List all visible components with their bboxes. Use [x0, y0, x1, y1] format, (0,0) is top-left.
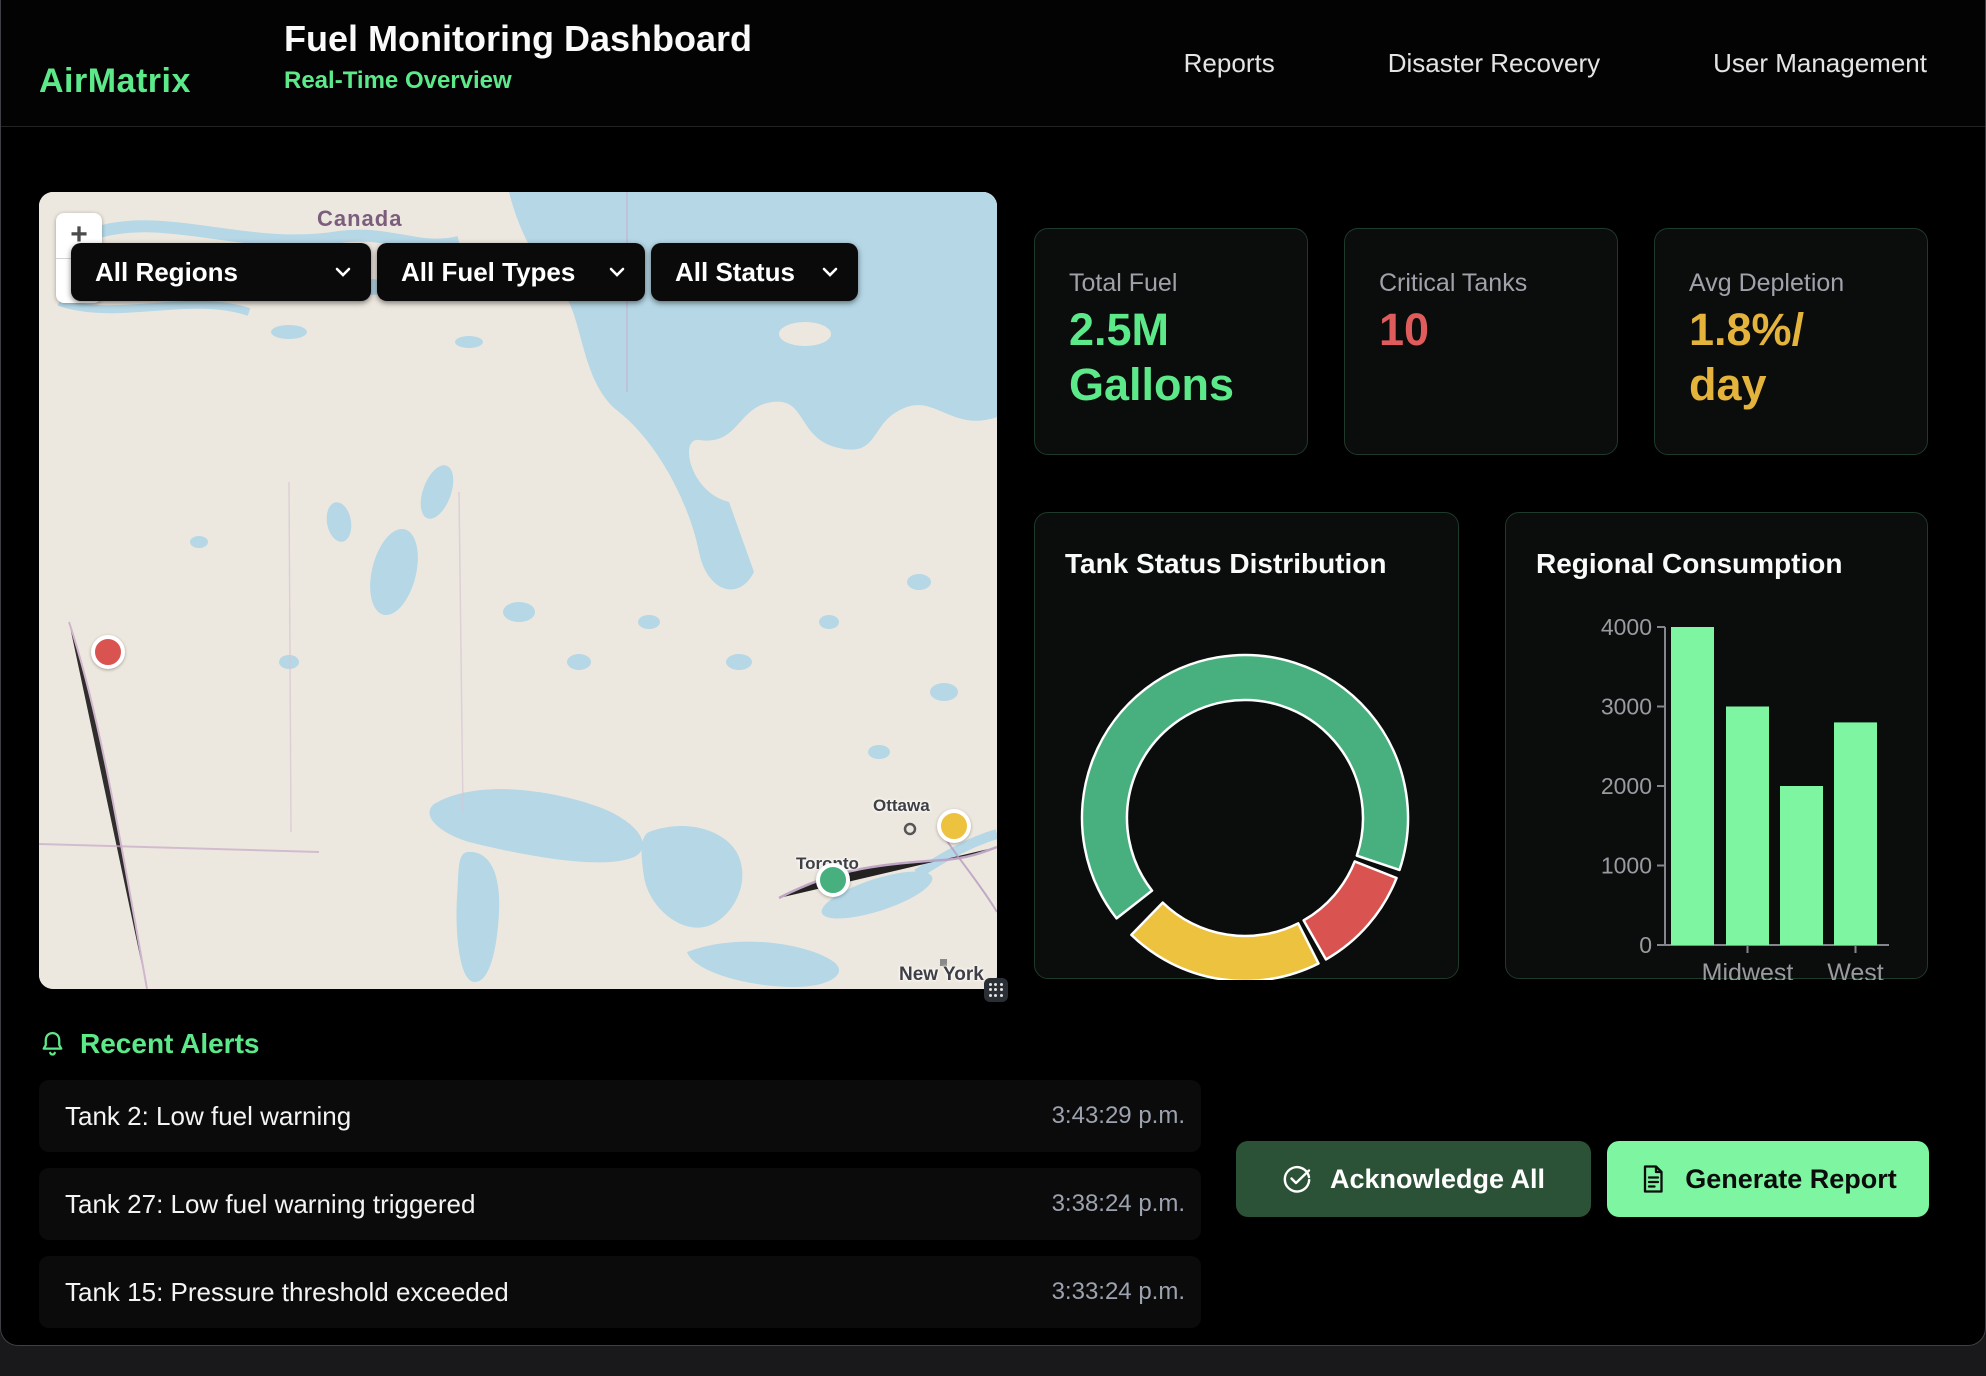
donut-segment [1131, 903, 1318, 980]
tank-status-distribution-card: Tank Status Distribution [1034, 512, 1459, 979]
brand-logo: AirMatrix [39, 62, 191, 101]
region-filter-dropdown[interactable]: All Regions [71, 243, 371, 301]
title-block: Fuel Monitoring Dashboard Real-Time Over… [284, 16, 752, 95]
regional-consumption-card: Regional Consumption 0 1000 2000 3000 4000 Mi… [1505, 512, 1928, 979]
dashboard-app: AirMatrix Fuel Monitoring Dashboard Real… [0, 0, 1986, 1346]
x-tick-label: Midwest [1702, 959, 1794, 980]
regional-consumption-bar-chart: 0 1000 2000 3000 4000 Midwest West [1506, 513, 1929, 980]
bar [1834, 722, 1877, 945]
alert-text: Tank 27: Low fuel warning triggered [65, 1189, 475, 1220]
generate-report-button[interactable]: Generate Report [1607, 1141, 1929, 1217]
nav-item-disaster-recovery[interactable]: Disaster Recovery [1388, 48, 1600, 79]
fuel-type-filter-dropdown[interactable]: All Fuel Types [377, 243, 645, 301]
stat-label: Total Fuel [1069, 269, 1177, 298]
nav-item-reports[interactable]: Reports [1184, 48, 1275, 79]
chevron-down-icon [609, 267, 625, 277]
page-title: Fuel Monitoring Dashboard [284, 16, 752, 61]
map-label-ottawa: Ottawa [873, 796, 930, 816]
stat-value-avg-depletion: 1.8%/ day [1689, 303, 1804, 413]
bell-icon [39, 1030, 66, 1059]
stat-label: Avg Depletion [1689, 269, 1844, 298]
map-filters: All Regions All Fuel Types All Status [71, 243, 858, 301]
map-label-new-york: New York [899, 964, 984, 986]
y-tick-label: 2000 [1601, 773, 1652, 799]
region-filter-value: All Regions [95, 257, 238, 288]
alert-timestamp: 3:38:24 p.m. [1052, 1190, 1185, 1218]
donut-chart-title: Tank Status Distribution [1065, 548, 1387, 580]
acknowledge-all-button[interactable]: Acknowledge All [1236, 1141, 1591, 1217]
alert-row[interactable]: Tank 27: Low fuel warning triggered 3:38… [39, 1168, 1201, 1240]
status-filter-dropdown[interactable]: All Status [651, 243, 858, 301]
document-icon [1639, 1164, 1667, 1194]
y-tick-label: 1000 [1601, 853, 1652, 879]
chevron-down-icon [822, 267, 838, 277]
alert-row[interactable]: Tank 15: Pressure threshold exceeded 3:3… [39, 1256, 1201, 1328]
status-filter-value: All Status [675, 257, 795, 288]
page: AirMatrix Fuel Monitoring Dashboard Real… [0, 0, 1986, 1376]
map-marker-critical[interactable] [91, 635, 125, 669]
chevron-down-icon [335, 267, 351, 277]
check-circle-icon [1282, 1164, 1312, 1194]
fuel-type-filter-value: All Fuel Types [401, 257, 575, 288]
drag-handle-icon[interactable] [984, 978, 1008, 1002]
alert-text: Tank 15: Pressure threshold exceeded [65, 1277, 509, 1308]
y-tick-label: 4000 [1601, 614, 1652, 640]
nav-item-user-management[interactable]: User Management [1713, 48, 1927, 79]
map-label-canada: Canada [317, 206, 402, 232]
stat-card-avg-depletion: Avg Depletion 1.8%/ day [1654, 228, 1928, 455]
tank-status-donut-chart [1035, 513, 1460, 980]
y-tick-label: 3000 [1601, 694, 1652, 720]
generate-report-label: Generate Report [1685, 1164, 1897, 1195]
bar [1671, 627, 1714, 945]
bar [1726, 707, 1769, 946]
bar-chart-title: Regional Consumption [1536, 548, 1842, 580]
stat-value-critical-tanks: 10 [1379, 303, 1429, 358]
header: AirMatrix Fuel Monitoring Dashboard Real… [1, 0, 1985, 127]
x-tick-label: West [1827, 959, 1884, 980]
acknowledge-all-label: Acknowledge All [1330, 1164, 1545, 1195]
stat-value-total-fuel: 2.5M Gallons [1069, 303, 1234, 413]
stat-label: Critical Tanks [1379, 269, 1527, 298]
map-marker-normal[interactable] [816, 863, 850, 897]
page-subtitle: Real-Time Overview [284, 67, 752, 95]
map-panel[interactable]: Canada Ottawa Toronto New York + − All R… [39, 192, 997, 989]
alerts-title: Recent Alerts [80, 1028, 259, 1060]
alerts-header: Recent Alerts [39, 1028, 259, 1060]
alert-timestamp: 3:43:29 p.m. [1052, 1102, 1185, 1130]
alert-row[interactable]: Tank 2: Low fuel warning 3:43:29 p.m. [39, 1080, 1201, 1152]
y-tick-label: 0 [1639, 932, 1652, 958]
top-nav: Reports Disaster Recovery User Managemen… [1184, 0, 1927, 127]
bar [1780, 786, 1823, 945]
alert-text: Tank 2: Low fuel warning [65, 1101, 351, 1132]
donut-segment [1304, 861, 1397, 959]
stat-card-total-fuel: Total Fuel 2.5M Gallons [1034, 228, 1308, 455]
stat-card-critical-tanks: Critical Tanks 10 [1344, 228, 1618, 455]
alert-timestamp: 3:33:24 p.m. [1052, 1278, 1185, 1306]
map-marker-warning[interactable] [937, 809, 971, 843]
